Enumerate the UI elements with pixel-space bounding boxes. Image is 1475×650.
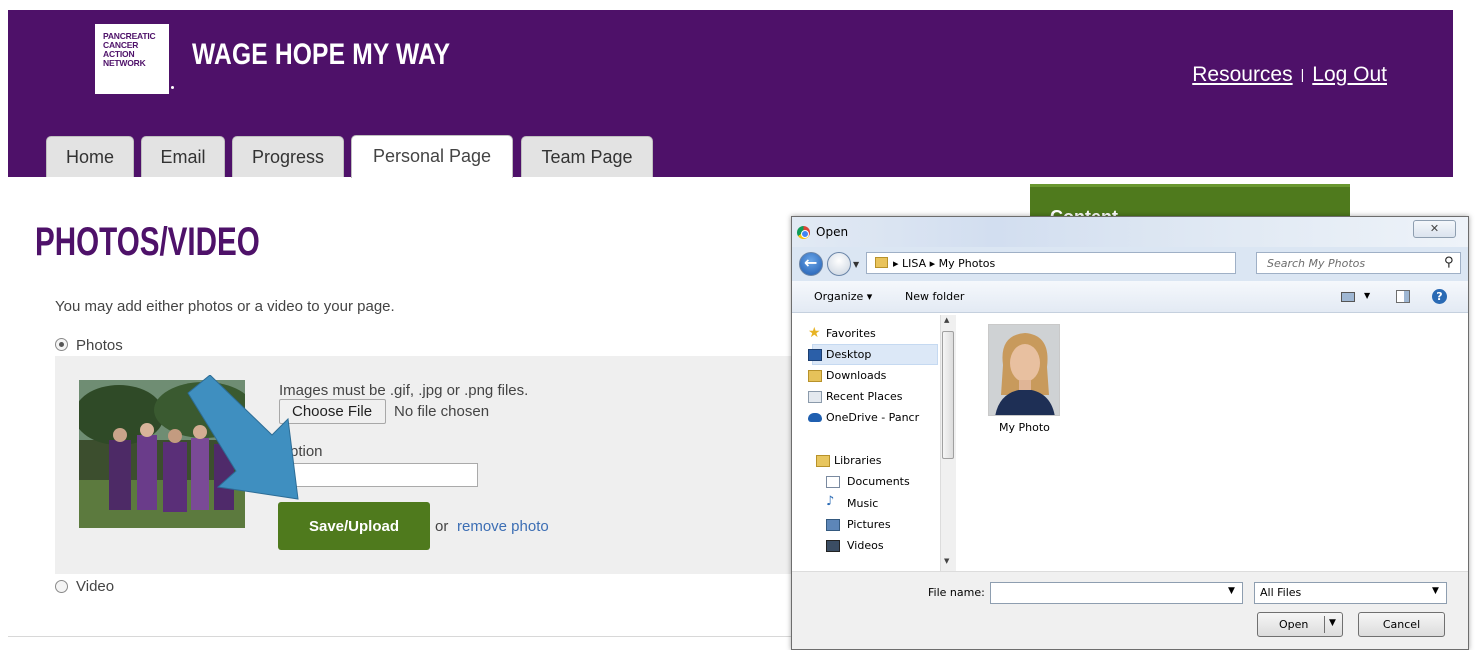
video-radio[interactable] bbox=[55, 580, 68, 593]
scroll-up-icon[interactable]: ▲ bbox=[944, 316, 949, 324]
documents-icon bbox=[826, 476, 840, 488]
desktop-icon bbox=[808, 349, 822, 361]
search-placeholder: Search My Photos bbox=[1267, 257, 1366, 270]
dialog-title: Open bbox=[816, 225, 849, 239]
photos-radio[interactable] bbox=[55, 338, 68, 351]
open-button[interactable]: Open ▼ bbox=[1257, 612, 1343, 637]
tab-email[interactable]: Email bbox=[141, 136, 225, 177]
nav-libraries[interactable]: Libraries bbox=[834, 454, 882, 467]
nav-documents[interactable]: Documents bbox=[847, 475, 910, 488]
video-radio-label: Video bbox=[76, 578, 115, 595]
tab-team-page[interactable]: Team Page bbox=[521, 136, 653, 177]
file-name-label: File name: bbox=[928, 586, 985, 599]
resources-link[interactable]: Resources bbox=[1192, 63, 1292, 86]
image-format-hint: Images must be .gif, .jpg or .png files. bbox=[279, 382, 529, 399]
forward-arrow-icon[interactable] bbox=[827, 252, 851, 276]
tab-home[interactable]: Home bbox=[46, 136, 134, 177]
open-button-label: Open bbox=[1279, 618, 1309, 631]
logo-mark-dot bbox=[171, 86, 174, 89]
chrome-icon bbox=[797, 226, 810, 239]
my-photo-label[interactable]: My Photo bbox=[999, 421, 1050, 434]
nav-downloads[interactable]: Downloads bbox=[826, 369, 886, 382]
page-title: PHOTOS/VIDEO bbox=[35, 220, 260, 264]
nav-onedrive[interactable]: OneDrive - Pancr bbox=[826, 411, 919, 424]
dialog-title-bar[interactable] bbox=[792, 217, 1468, 247]
intro-text: You may add either photos or a video to … bbox=[55, 298, 395, 315]
breadcrumb-lisa[interactable]: LISA bbox=[902, 257, 926, 270]
or-text: or bbox=[435, 518, 449, 535]
link-separator: | bbox=[1300, 66, 1305, 82]
logout-link[interactable]: Log Out bbox=[1312, 63, 1387, 86]
split-divider bbox=[1324, 616, 1325, 633]
nav-recent-places[interactable]: Recent Places bbox=[826, 390, 903, 403]
tab-personal-page[interactable]: Personal Page bbox=[351, 135, 513, 178]
star-icon: ★ bbox=[808, 325, 821, 341]
libraries-icon bbox=[816, 455, 830, 467]
breadcrumb-my-photos[interactable]: My Photos bbox=[939, 257, 996, 270]
save-upload-button[interactable]: Save/Upload bbox=[278, 502, 430, 550]
new-folder-button[interactable]: New folder bbox=[905, 290, 964, 303]
header-links: Resources | Log Out bbox=[1192, 63, 1387, 87]
history-dropdown-icon[interactable]: ▼ bbox=[853, 260, 859, 269]
onedrive-icon bbox=[808, 413, 822, 422]
search-input[interactable]: Search My Photos ⚲ bbox=[1256, 252, 1461, 274]
nav-scrollbar-thumb[interactable] bbox=[942, 331, 954, 459]
remove-photo-link[interactable]: remove photo bbox=[457, 518, 549, 535]
back-arrow-icon[interactable] bbox=[799, 252, 823, 276]
breadcrumb[interactable]: ▸ LISA ▸ My Photos bbox=[893, 257, 995, 270]
nav-desktop[interactable]: Desktop bbox=[826, 348, 871, 361]
open-file-dialog: Open ✕ ▼ ▸ LISA ▸ My Photos ▼ ⇆ Search M… bbox=[791, 216, 1469, 650]
folder-icon bbox=[875, 257, 888, 268]
search-icon[interactable]: ⚲ bbox=[1444, 255, 1454, 270]
no-file-chosen-text: No file chosen bbox=[394, 403, 490, 420]
address-bar[interactable]: ▸ LISA ▸ My Photos ▼ ⇆ bbox=[866, 252, 1310, 274]
pancan-logo[interactable]: PANCREATIC CANCER ACTION NETWORK bbox=[95, 24, 169, 94]
nav-videos[interactable]: Videos bbox=[847, 539, 884, 552]
file-type-dropdown-icon[interactable]: ▼ bbox=[1432, 586, 1439, 596]
change-view-icon[interactable] bbox=[1341, 292, 1355, 302]
organize-menu[interactable]: Organize ▾ bbox=[814, 290, 872, 303]
help-icon[interactable]: ? bbox=[1432, 289, 1447, 304]
site-title: WAGE HOPE MY WAY bbox=[192, 38, 451, 71]
file-type-select[interactable]: All Files bbox=[1254, 582, 1447, 604]
downloads-icon bbox=[808, 370, 822, 382]
cancel-button[interactable]: Cancel bbox=[1358, 612, 1445, 637]
music-icon: ♪ bbox=[826, 494, 835, 509]
open-options-dropdown-icon[interactable]: ▼ bbox=[1329, 618, 1336, 628]
preview-pane-icon[interactable] bbox=[1396, 290, 1410, 303]
file-name-dropdown-icon[interactable]: ▼ bbox=[1228, 586, 1235, 596]
close-icon[interactable]: ✕ bbox=[1413, 220, 1456, 238]
pictures-icon bbox=[826, 519, 840, 531]
nav-music[interactable]: Music bbox=[847, 497, 878, 510]
callout-arrow-icon bbox=[187, 375, 299, 500]
nav-pictures[interactable]: Pictures bbox=[847, 518, 891, 531]
file-name-input[interactable] bbox=[990, 582, 1243, 604]
tab-progress[interactable]: Progress bbox=[232, 136, 344, 177]
scroll-down-icon[interactable]: ▼ bbox=[944, 557, 949, 565]
nav-favorites[interactable]: Favorites bbox=[826, 327, 876, 340]
my-photo-thumbnail[interactable] bbox=[988, 324, 1060, 416]
videos-icon bbox=[826, 540, 840, 552]
view-dropdown-icon[interactable]: ▼ bbox=[1364, 291, 1370, 300]
photos-radio-label: Photos bbox=[76, 337, 123, 354]
recent-places-icon bbox=[808, 391, 822, 403]
